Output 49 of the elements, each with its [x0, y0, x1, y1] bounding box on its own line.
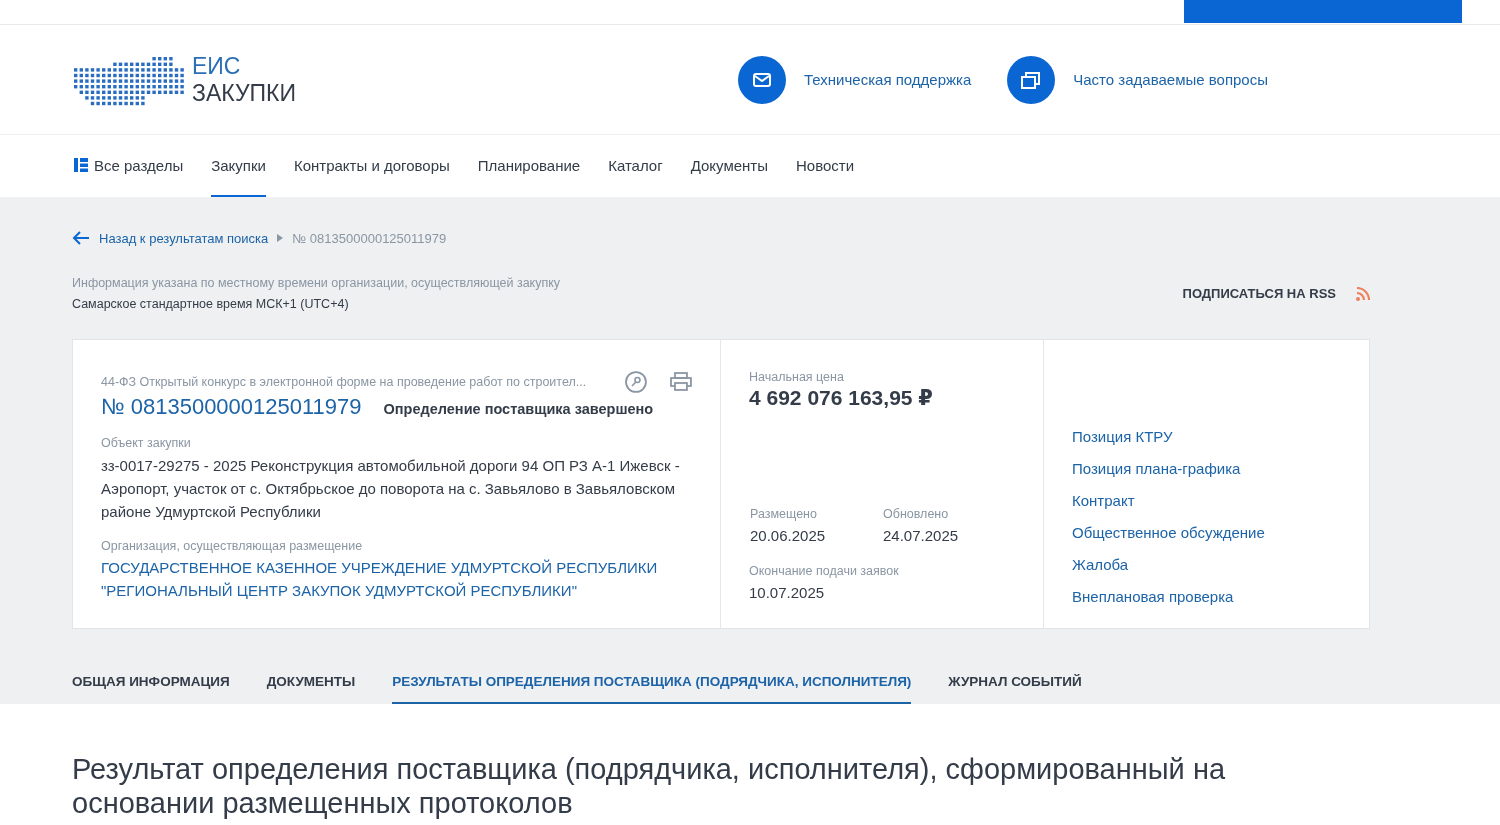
field-label: Окончание подачи заявок: [749, 564, 900, 578]
back-link[interactable]: Назад к результатам поиска: [99, 230, 269, 246]
status-text: Определение поставщика завершено: [383, 401, 654, 417]
date-value: 20.06.2025: [750, 527, 827, 544]
nav-item[interactable]: Документы: [690, 135, 768, 197]
sections-icon: [74, 157, 88, 173]
chevron-icon: [277, 234, 284, 242]
tab[interactable]: РЕЗУЛЬТАТЫ ОПРЕДЕЛЕНИЯ ПОСТАВЩИКА (ПОДРЯДЧИКА, ИСПОЛНИТЕЛЯ): [392, 663, 912, 704]
related-link[interactable]: Внеплановая проверка: [1072, 587, 1341, 606]
logo-subtitle: ЗАКУПКИ: [192, 79, 296, 107]
field-label: Размещено: [750, 507, 818, 521]
field-label: Объект закупки: [101, 436, 192, 450]
tab[interactable]: ЖУРНАЛ СОБЫТИЙ: [948, 663, 1082, 704]
print-icon[interactable]: [670, 372, 692, 392]
rss-link[interactable]: ПОДПИСАТЬСЯ НА RSS: [1182, 286, 1336, 301]
section-heading: Результат определения поставщика (подрядчика, исполнителя), сформированный на основании размещенных протоколов: [72, 752, 1227, 820]
windows-icon[interactable]: [1007, 55, 1056, 104]
nav-item[interactable]: Новости: [796, 135, 855, 197]
header-link[interactable]: Часто задаваемые вопросы: [1073, 71, 1268, 88]
price-value: 4 692 076 163,95 ₽: [749, 386, 934, 410]
date-value: 10.07.2025: [749, 584, 826, 601]
breadcrumb-current: № 0813500000125011979: [292, 230, 447, 246]
logo-title: ЕИС: [192, 52, 242, 80]
key-icon[interactable]: [624, 370, 649, 394]
back-arrow-icon[interactable]: [72, 231, 90, 245]
related-link[interactable]: Жалоба: [1072, 555, 1341, 574]
tab[interactable]: ОБЩАЯ ИНФОРМАЦИЯ: [72, 663, 230, 704]
timezone-note: Информация указана по местному времени организации, осуществляющей закупку: [72, 276, 561, 290]
field-label: Обновлено: [883, 507, 950, 521]
organization-link[interactable]: ГОСУДАРСТВЕННОЕ КАЗЕННОЕ УЧРЕЖДЕНИЕ УДМУРТСКОЙ РЕСПУБЛИКИ "РЕГИОНАЛЬНЫЙ ЦЕНТР ЗАКУПОК УДМУРТСКОЙ РЕСПУБЛИКИ": [101, 556, 692, 602]
field-label: Организация, осуществляющая размещение: [101, 539, 364, 553]
related-link[interactable]: Позиция плана-графика: [1072, 459, 1341, 478]
nav-item[interactable]: Каталог: [608, 135, 663, 197]
related-link[interactable]: Позиция КТРУ: [1072, 427, 1341, 446]
procurement-object: зз-0017-29275 - 2025 Реконструкция автомобильной дороги 94 ОП РЗ А-1 Ижевск - Аэропорт, участок от с. Октябрьское до поворота на с. Завьялово в Завьяловском районе Удмуртской Республики: [101, 456, 681, 522]
date-value: 24.07.2025: [883, 527, 960, 544]
procurement-type: 44-ФЗ Открытый конкурс в электронной форме на проведение работ по строител...: [101, 375, 588, 389]
timezone-value: Самарское стандартное время МСК+1 (UTC+4): [72, 297, 350, 311]
related-link[interactable]: Общественное обсуждение: [1072, 523, 1341, 542]
field-label: Начальная цена: [749, 370, 845, 384]
tab[interactable]: ДОКУМЕНТЫ: [266, 663, 356, 704]
header-link[interactable]: Техническая поддержка: [804, 71, 972, 88]
related-link[interactable]: Контракт: [1072, 491, 1341, 510]
mail-icon[interactable]: [738, 55, 786, 104]
procurement-number[interactable]: № 0813500000125011979: [101, 394, 362, 420]
rss-icon[interactable]: [1356, 286, 1370, 301]
nav-item[interactable]: Контракты и договоры: [293, 135, 450, 197]
nav-item[interactable]: Все разделы: [74, 135, 184, 197]
nav-item[interactable]: Планирование: [477, 135, 581, 197]
